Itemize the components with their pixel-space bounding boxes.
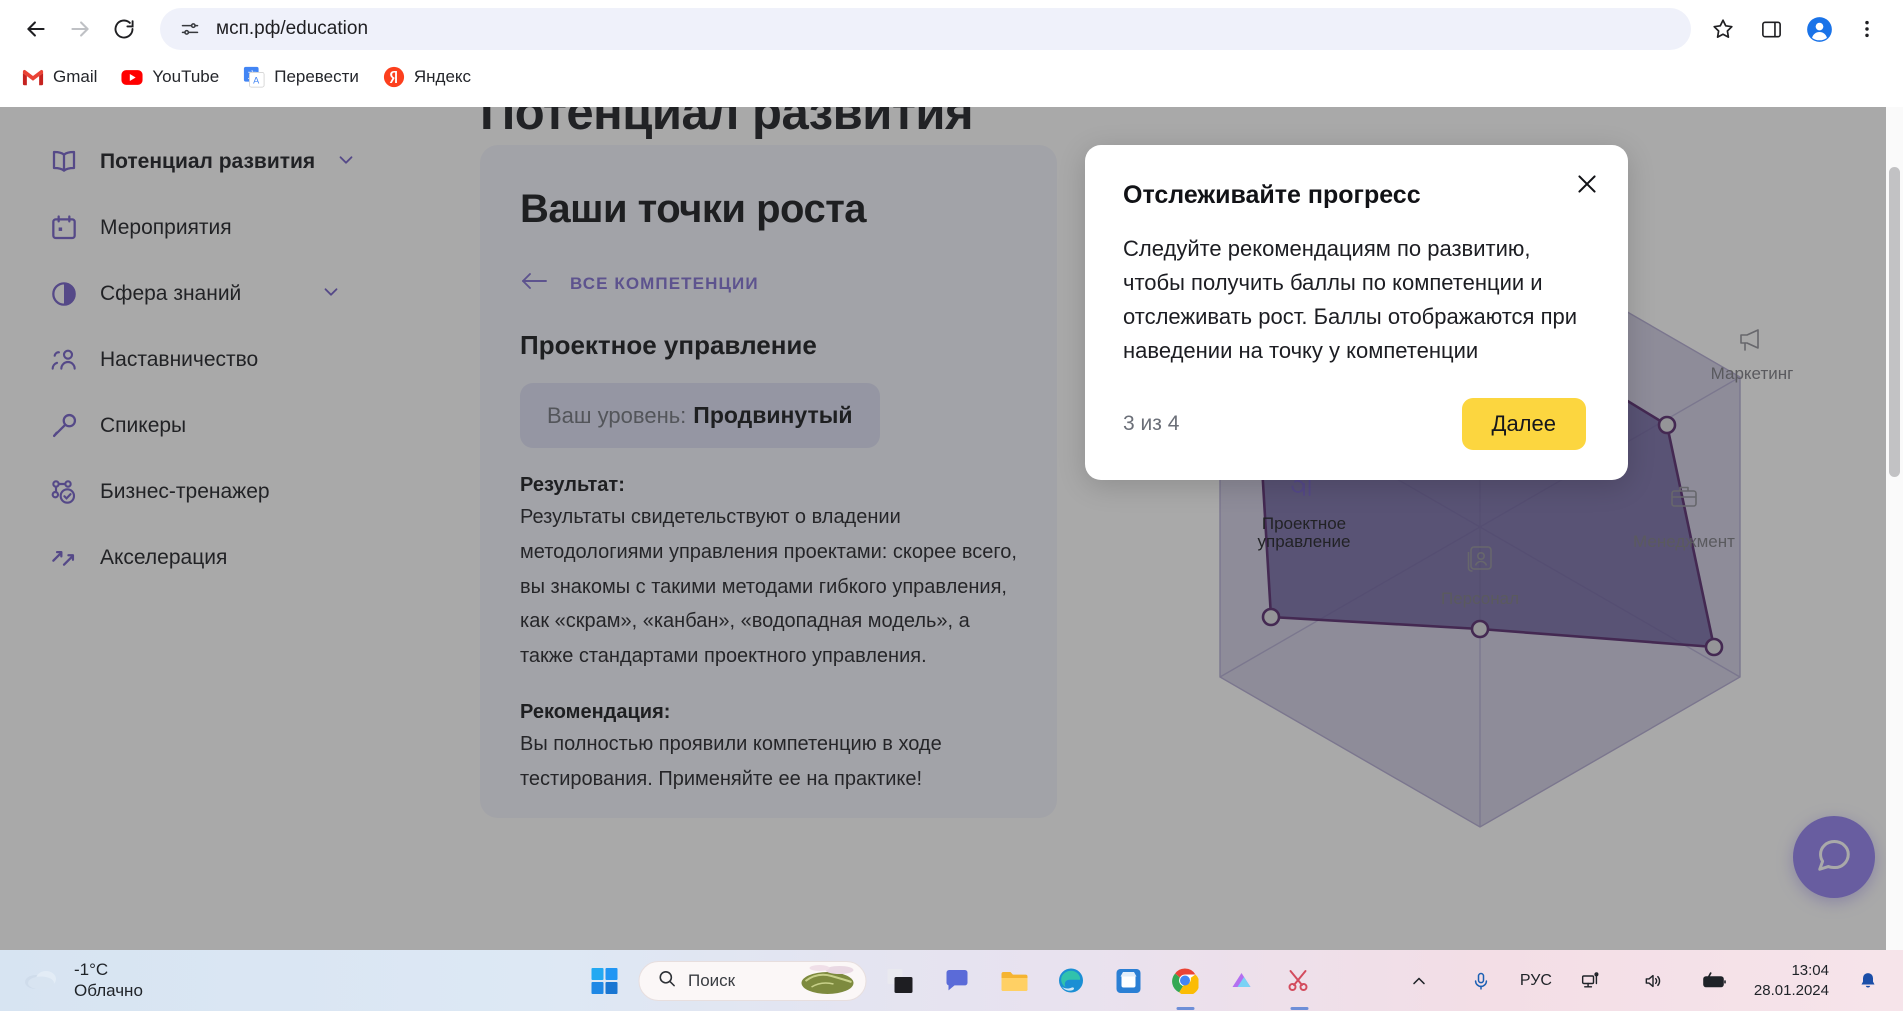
bookmark-label: YouTube	[152, 67, 219, 87]
onboarding-tip-modal: Отслеживайте прогресс Следуйте рекоменда…	[1085, 145, 1628, 480]
bookmark-label: Перевести	[274, 67, 359, 87]
page-viewport: Потенциал развития Мероприятия Сфера зна…	[0, 107, 1903, 950]
svg-text:A: A	[253, 75, 260, 85]
tip-step-counter: 3 из 4	[1123, 412, 1179, 436]
taskbar-weather-widget[interactable]: -1°C Облачно	[0, 960, 143, 1001]
edge-browser-icon[interactable]	[1048, 958, 1094, 1004]
cloud-icon	[22, 964, 62, 997]
windows-start-icon[interactable]	[581, 958, 627, 1004]
task-view-icon[interactable]	[877, 958, 923, 1004]
gmail-icon	[22, 66, 44, 88]
chrome-browser-icon[interactable]	[1162, 958, 1208, 1004]
chat-teams-icon[interactable]	[934, 958, 980, 1004]
volume-icon[interactable]	[1630, 958, 1676, 1004]
battery-charging-icon[interactable]	[1692, 958, 1738, 1004]
bookmark-youtube[interactable]: YouTube	[111, 61, 229, 93]
toolbar-actions	[1701, 7, 1889, 51]
weather-description: Облачно	[74, 981, 143, 1000]
browser-menu-button[interactable]	[1845, 7, 1889, 51]
network-icon[interactable]	[1568, 958, 1614, 1004]
search-icon	[657, 969, 676, 993]
browser-chrome: мсп.рф/education Gmail	[0, 0, 1903, 107]
bookmark-yandex[interactable]: Яндекс	[373, 61, 481, 93]
file-explorer-icon[interactable]	[991, 958, 1037, 1004]
weather-temperature: -1°C	[74, 960, 108, 979]
bookmarks-bar: Gmail YouTube 文A Перевести Яндекс	[0, 55, 1903, 99]
tip-title: Отслеживайте прогресс	[1123, 181, 1586, 210]
photos-icon[interactable]	[1219, 958, 1265, 1004]
tip-body: Следуйте рекомендациям по развитию, чтоб…	[1123, 232, 1586, 368]
windows-taskbar: -1°C Облачно Поиск	[0, 950, 1903, 1011]
address-bar-url: мсп.рф/education	[216, 18, 368, 40]
bookmark-label: Яндекс	[414, 67, 471, 87]
close-icon[interactable]	[1570, 167, 1604, 201]
show-hidden-icons-icon[interactable]	[1396, 958, 1442, 1004]
clock-date: 28.01.2024	[1754, 982, 1829, 999]
bookmark-gmail[interactable]: Gmail	[12, 61, 107, 93]
taskbar-clock[interactable]: 13:04 28.01.2024	[1754, 961, 1829, 1000]
youtube-icon	[121, 66, 143, 88]
browser-toolbar: мсп.рф/education	[0, 0, 1903, 58]
tip-next-button[interactable]: Далее	[1462, 398, 1586, 450]
search-decoration-image	[797, 961, 855, 1000]
bookmark-label: Gmail	[53, 67, 97, 87]
bookmark-translate[interactable]: 文A Перевести	[233, 61, 369, 93]
tip-footer: 3 из 4 Далее	[1123, 398, 1586, 450]
profile-avatar[interactable]	[1797, 7, 1841, 51]
yandex-icon	[383, 66, 405, 88]
back-button[interactable]	[14, 7, 58, 51]
weather-text: -1°C Облачно	[74, 960, 143, 1001]
google-translate-icon: 文A	[243, 66, 265, 88]
snipping-tool-icon[interactable]	[1276, 958, 1322, 1004]
notification-bell-icon[interactable]	[1845, 958, 1891, 1004]
taskbar-search-box[interactable]: Поиск	[638, 961, 866, 1001]
language-indicator[interactable]: РУС	[1520, 972, 1552, 990]
clock-time: 13:04	[1791, 962, 1829, 979]
taskbar-center: Поиск	[581, 958, 1322, 1004]
scrollbar-thumb[interactable]	[1889, 167, 1900, 477]
page-scrollbar[interactable]	[1886, 107, 1903, 950]
site-settings-icon[interactable]	[176, 15, 204, 43]
side-panel-button[interactable]	[1749, 7, 1793, 51]
forward-button[interactable]	[58, 7, 102, 51]
taskbar-system-tray: РУС 13:04 28.01.2024	[1396, 958, 1891, 1004]
bookmark-star-button[interactable]	[1701, 7, 1745, 51]
reload-button[interactable]	[102, 7, 146, 51]
microsoft-store-icon[interactable]	[1105, 958, 1151, 1004]
microphone-icon[interactable]	[1458, 958, 1504, 1004]
taskbar-search-placeholder: Поиск	[688, 971, 735, 991]
address-bar[interactable]: мсп.рф/education	[160, 8, 1691, 50]
